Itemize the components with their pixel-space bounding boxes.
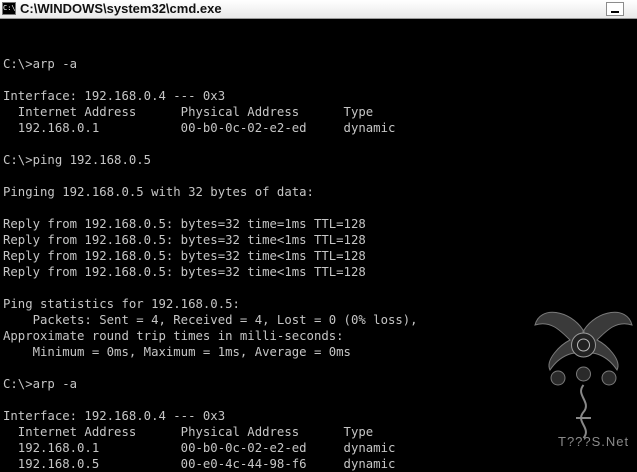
console-line: C:\>ping 192.168.0.5	[3, 153, 152, 167]
console-line: Ping statistics for 192.168.0.5:	[3, 297, 240, 311]
console-line: Reply from 192.168.0.5: bytes=32 time<1m…	[3, 265, 366, 279]
console-line: Packets: Sent = 4, Received = 4, Lost = …	[3, 313, 418, 327]
console-line: C:\>arp -a	[3, 377, 78, 391]
minimize-button[interactable]	[606, 2, 624, 16]
console-text: C:\>arp -a Interface: 192.168.0.4 --- 0x3…	[3, 40, 418, 472]
console-line: Interface: 192.168.0.4 --- 0x3	[3, 89, 226, 103]
console-line: 192.168.0.1 00-b0-0c-02-e2-ed dynamic	[3, 121, 396, 135]
console-line: Interface: 192.168.0.4 --- 0x3	[3, 409, 226, 423]
console-line: Minimum = 0ms, Maximum = 1ms, Average = …	[3, 345, 351, 359]
console-line: Reply from 192.168.0.5: bytes=32 time<1m…	[3, 233, 366, 247]
console-line: Reply from 192.168.0.5: bytes=32 time=1m…	[3, 217, 366, 231]
cmd-icon[interactable]: C:\	[2, 2, 16, 15]
window-title: C:\WINDOWS\system32\cmd.exe	[20, 1, 222, 16]
watermark-text: T???S.Net	[558, 434, 630, 449]
console-line: Internet Address Physical Address Type	[3, 425, 374, 439]
console-line: Pinging 192.168.0.5 with 32 bytes of dat…	[3, 185, 314, 199]
console-line: Reply from 192.168.0.5: bytes=32 time<1m…	[3, 249, 366, 263]
console-line: C:\>arp -a	[3, 57, 78, 71]
title-bar: C:\ C:\WINDOWS\system32\cmd.exe	[0, 0, 637, 19]
console-line: Internet Address Physical Address Type	[3, 105, 374, 119]
console-line: 192.168.0.1 00-b0-0c-02-e2-ed dynamic	[3, 441, 396, 455]
console-line: 192.168.0.5 00-e0-4c-44-98-f6 dynamic	[3, 457, 396, 471]
console-line: Approximate round trip times in milli-se…	[3, 329, 344, 343]
